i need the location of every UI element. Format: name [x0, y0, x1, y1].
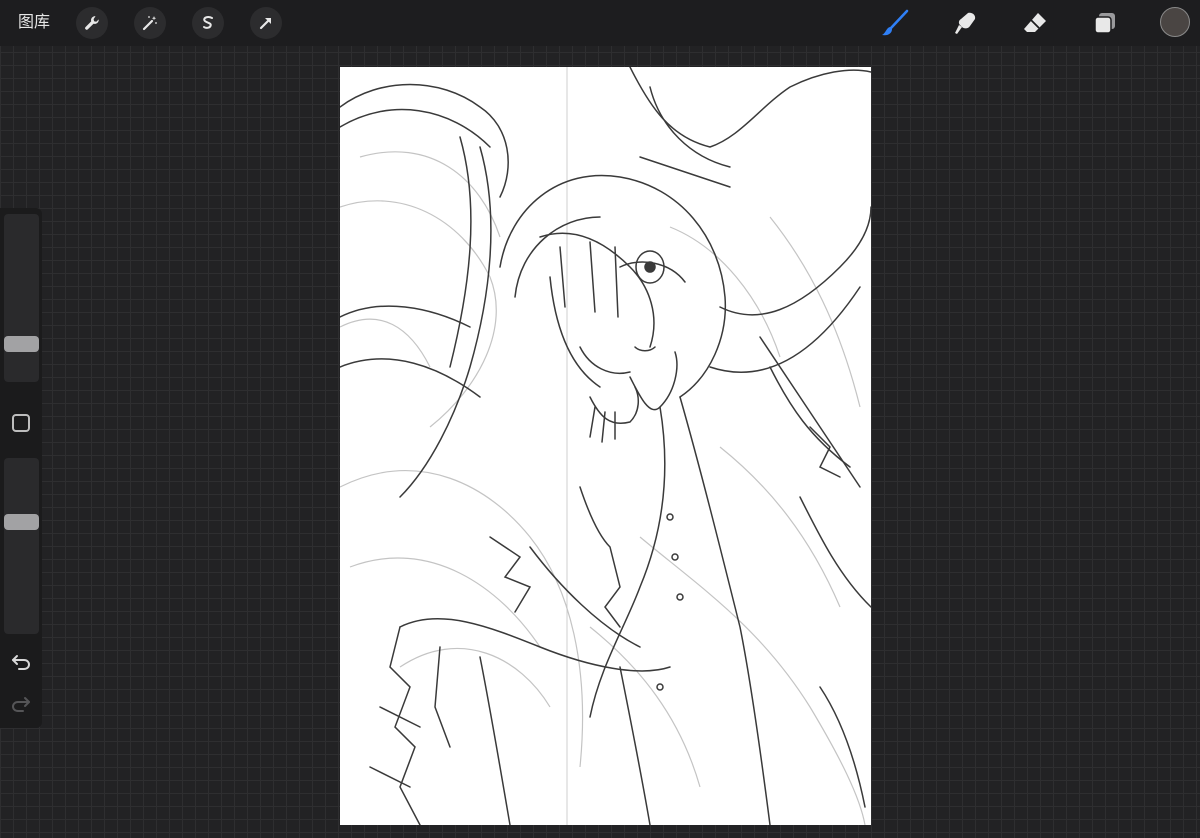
actions-button[interactable]: [76, 7, 108, 39]
redo-icon[interactable]: [10, 692, 32, 714]
brush-tool-button[interactable]: [880, 8, 910, 38]
smudge-icon: [955, 12, 976, 34]
adjustments-button[interactable]: [134, 7, 166, 39]
brush-size-slider-thumb[interactable]: [4, 335, 39, 352]
eraser-icon: [1024, 13, 1046, 32]
undo-icon[interactable]: [10, 650, 32, 672]
wrench-icon: [85, 16, 99, 30]
opacity-slider[interactable]: [4, 458, 39, 634]
brush-size-slider[interactable]: [4, 214, 39, 382]
selection-button[interactable]: [192, 7, 224, 39]
layers-icon: [1094, 13, 1115, 34]
smudge-tool-button[interactable]: [950, 8, 980, 38]
top-toolbar: 图库: [0, 0, 1200, 46]
brush-icon: [882, 9, 909, 36]
drawing-canvas[interactable]: [340, 67, 871, 825]
eraser-tool-button[interactable]: [1020, 8, 1050, 38]
selection-icon: [203, 16, 213, 29]
sidebar: [0, 208, 42, 728]
gallery-button[interactable]: 图库: [18, 12, 50, 32]
opacity-slider-thumb[interactable]: [4, 514, 39, 530]
transform-arrow-icon: [259, 18, 271, 30]
color-picker-button[interactable]: [1160, 7, 1190, 37]
sketch-drawing: [340, 67, 871, 825]
layers-button[interactable]: [1090, 8, 1120, 38]
transform-button[interactable]: [250, 7, 282, 39]
magic-wand-icon: [142, 16, 157, 31]
modify-button[interactable]: [12, 414, 30, 432]
